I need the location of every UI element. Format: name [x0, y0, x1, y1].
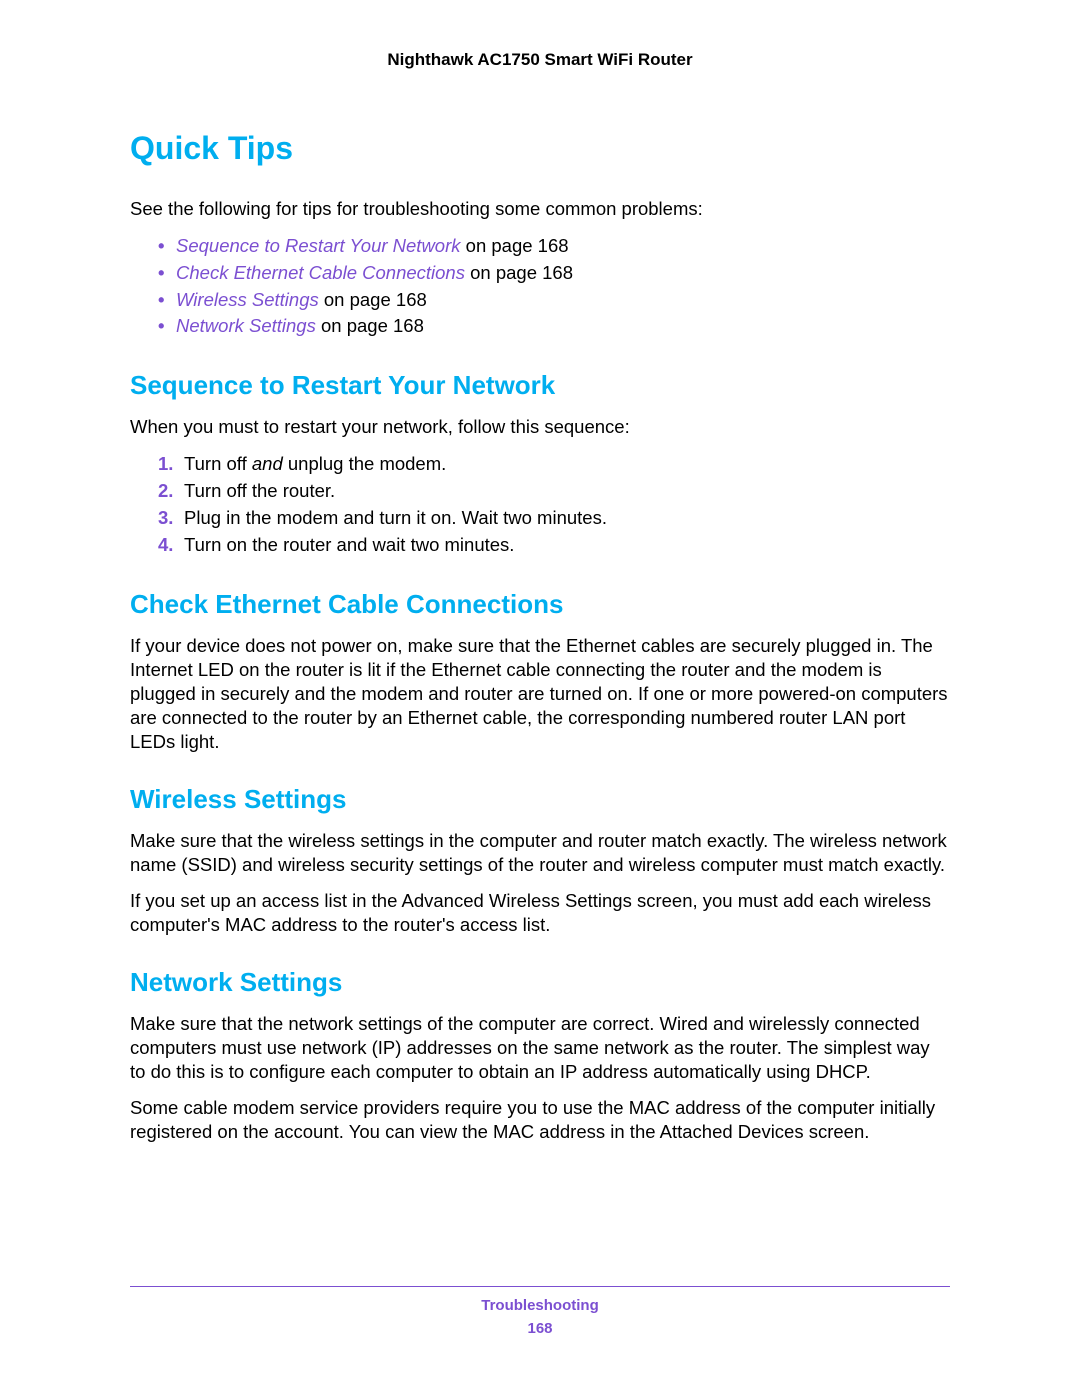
intro-paragraph: See the following for tips for troublesh… — [130, 197, 950, 221]
list-item: Sequence to Restart Your Network on page… — [158, 233, 950, 260]
header-product-title: Nighthawk AC1750 Smart WiFi Router — [130, 50, 950, 70]
heading-wireless-settings: Wireless Settings — [130, 784, 950, 815]
heading-check-ethernet: Check Ethernet Cable Connections — [130, 589, 950, 620]
list-item: Turn off the router. — [158, 478, 950, 505]
wireless-paragraph-1: Make sure that the wireless settings in … — [130, 829, 950, 877]
heading-sequence-restart: Sequence to Restart Your Network — [130, 370, 950, 401]
link-suffix: on page 168 — [316, 315, 424, 336]
list-item: Turn off and unplug the modem. — [158, 451, 950, 478]
network-paragraph-1: Make sure that the network settings of t… — [130, 1012, 950, 1084]
footer-page-number: 168 — [130, 1320, 950, 1337]
link-wireless-settings[interactable]: Wireless Settings — [176, 289, 319, 310]
step-em: and — [252, 453, 283, 474]
sequence-intro: When you must to restart your network, f… — [130, 415, 950, 439]
list-item: Wireless Settings on page 168 — [158, 287, 950, 314]
link-suffix: on page 168 — [461, 235, 569, 256]
heading-network-settings: Network Settings — [130, 967, 950, 998]
ethernet-paragraph: If your device does not power on, make s… — [130, 634, 950, 754]
list-item: Turn on the router and wait two minutes. — [158, 532, 950, 559]
toc-link-list: Sequence to Restart Your Network on page… — [130, 233, 950, 340]
wireless-paragraph-2: If you set up an access list in the Adva… — [130, 889, 950, 937]
step-text: unplug the modem. — [283, 453, 447, 474]
heading-quick-tips: Quick Tips — [130, 130, 950, 167]
footer-section-label: Troubleshooting — [130, 1297, 950, 1314]
link-suffix: on page 168 — [319, 289, 427, 310]
list-item: Plug in the modem and turn it on. Wait t… — [158, 505, 950, 532]
list-item: Network Settings on page 168 — [158, 313, 950, 340]
network-paragraph-2: Some cable modem service providers requi… — [130, 1096, 950, 1144]
list-item: Check Ethernet Cable Connections on page… — [158, 260, 950, 287]
link-suffix: on page 168 — [465, 262, 573, 283]
sequence-steps-list: Turn off and unplug the modem. Turn off … — [130, 451, 950, 558]
link-network-settings[interactable]: Network Settings — [176, 315, 316, 336]
link-check-ethernet[interactable]: Check Ethernet Cable Connections — [176, 262, 465, 283]
step-text: Turn off — [184, 453, 252, 474]
page-footer: Troubleshooting 168 — [130, 1286, 950, 1337]
link-sequence-restart[interactable]: Sequence to Restart Your Network — [176, 235, 461, 256]
document-page: Nighthawk AC1750 Smart WiFi Router Quick… — [0, 0, 1080, 1397]
